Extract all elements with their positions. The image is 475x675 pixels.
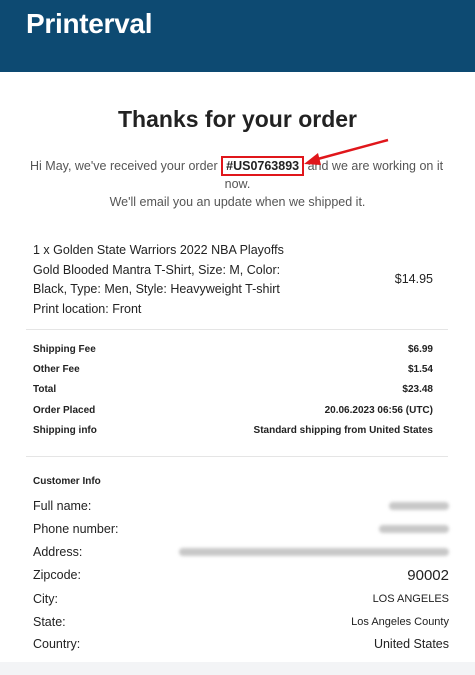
- email-header: Printerval: [0, 0, 475, 72]
- redacted-value: [389, 499, 449, 513]
- product-description: 1 x Golden State Warriors 2022 NBA Playo…: [33, 241, 303, 319]
- field-label: Full name:: [33, 499, 92, 513]
- order-number-highlight: #US0763893: [221, 156, 305, 176]
- summary-value: Standard shipping from United States: [253, 425, 433, 436]
- divider: [26, 329, 448, 330]
- field-label: Address:: [33, 545, 83, 559]
- summary-label: Other Fee: [33, 364, 80, 375]
- customer-info-title: Customer Info: [33, 476, 101, 487]
- field-label: Country:: [33, 637, 81, 651]
- product-line: Black, Type: Men, Style: Heavyweight T-s…: [33, 282, 280, 296]
- red-arrow-icon: [304, 138, 389, 165]
- greeting-prefix: Hi May, we've received your order: [30, 159, 218, 173]
- summary-value: $1.54: [407, 364, 433, 375]
- summary-value: $6.99: [407, 344, 433, 355]
- customer-field-country: Country: United States: [33, 637, 449, 651]
- redacted-value: [179, 545, 449, 559]
- field-label: State:: [33, 615, 66, 629]
- summary-row: Shipping info Standard shipping from Uni…: [33, 425, 433, 436]
- summary-row: Order Placed 20.06.2023 06:56 (UTC): [33, 405, 433, 416]
- divider: [26, 456, 448, 457]
- customer-field-zipcode: Zipcode: 90002: [33, 567, 449, 584]
- customer-field-state: State: Los Angeles County: [33, 615, 449, 629]
- page-title: Thanks for your order: [118, 106, 357, 132]
- field-value: 90002: [407, 567, 449, 584]
- summary-label: Order Placed: [33, 405, 96, 416]
- field-label: City:: [33, 592, 58, 606]
- product-price: $14.95: [394, 272, 433, 286]
- field-value: LOS ANGELES: [372, 593, 449, 605]
- customer-field-full-name: Full name:: [33, 499, 449, 513]
- summary-row: Other Fee $1.54: [33, 364, 433, 375]
- summary-value: $23.48: [402, 384, 433, 395]
- greeting-wrap: now.: [224, 177, 251, 191]
- customer-field-city: City: LOS ANGELES: [33, 592, 449, 606]
- field-value: United States: [373, 637, 449, 651]
- brand-logo[interactable]: Printerval: [26, 8, 152, 40]
- customer-field-phone: Phone number:: [33, 522, 449, 536]
- field-label: Phone number:: [33, 522, 119, 536]
- summary-value: 20.06.2023 06:56 (UTC): [324, 405, 433, 416]
- summary-label: Total: [33, 384, 57, 395]
- product-line: Print location: Front: [33, 301, 142, 316]
- product-line: 1 x Golden State Warriors 2022 NBA Playo…: [33, 243, 284, 257]
- field-label: Zipcode:: [33, 568, 81, 582]
- customer-field-address: Address:: [33, 545, 449, 559]
- summary-row: Shipping Fee $6.99: [33, 344, 433, 355]
- email-note: We'll email you an update when we shippe…: [109, 195, 366, 209]
- summary-label: Shipping Fee: [33, 344, 96, 355]
- summary-row: Total $23.48: [33, 384, 433, 395]
- product-line: Gold Blooded Mantra T-Shirt, Size: M, Co…: [33, 262, 281, 277]
- field-value: Los Angeles County: [351, 616, 449, 628]
- summary-label: Shipping info: [33, 425, 97, 436]
- redacted-value: [379, 522, 449, 536]
- order-number: #US0763893: [226, 159, 300, 173]
